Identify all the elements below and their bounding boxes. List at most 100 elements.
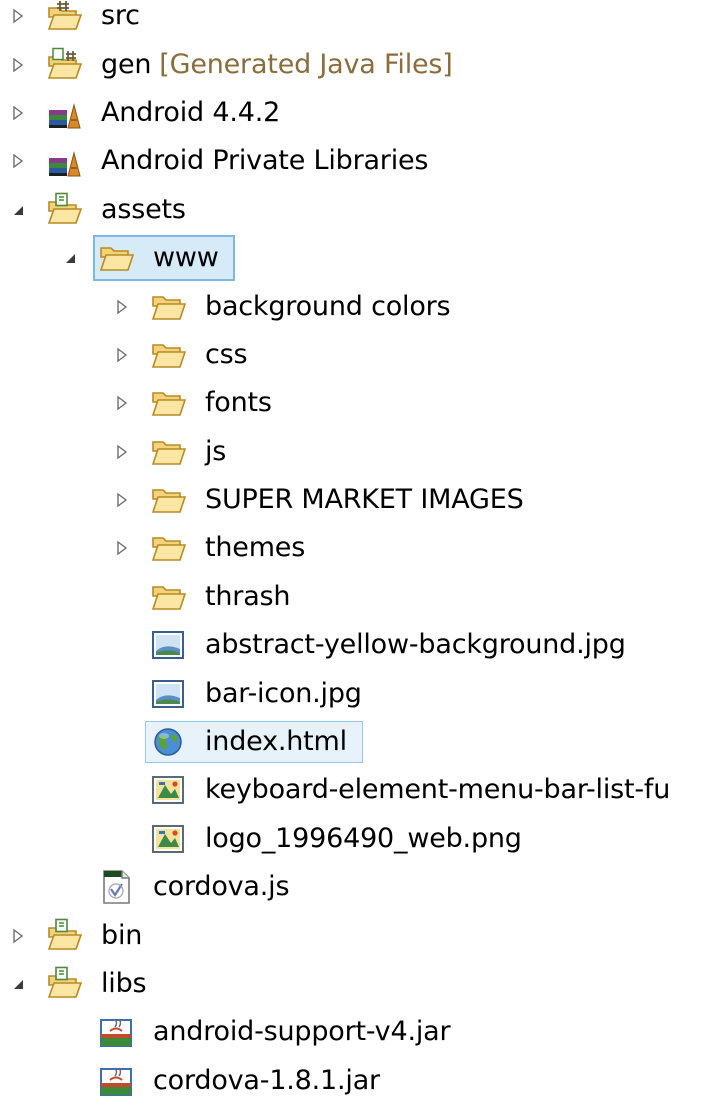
tree-item-label: index.html	[205, 724, 347, 760]
tree-item-name: cordova.js	[153, 871, 290, 903]
tree-item-name: keyboard-element-menu-bar-list-fu	[205, 774, 671, 806]
png-file-icon	[150, 821, 186, 857]
tree-item-label: css	[205, 337, 248, 373]
library-icon	[46, 143, 82, 179]
folder-icon	[150, 337, 187, 373]
expand-arrow-icon[interactable]	[112, 538, 132, 558]
tree-item-name: background colors	[205, 290, 451, 322]
tree-item-name: thrash	[205, 580, 291, 612]
tree-row[interactable]: themes	[0, 524, 715, 572]
tree-row[interactable]: fonts	[0, 379, 715, 427]
tree-row[interactable]: assets	[0, 186, 715, 234]
tree-item-name: cordova-1.8.1.jar	[153, 1064, 380, 1096]
expand-arrow-icon[interactable]	[112, 345, 132, 365]
tree-item-label: thrash	[205, 579, 291, 615]
tree-item-label: abstract-yellow-background.jpg	[205, 627, 626, 663]
tree-item-name: abstract-yellow-background.jpg	[205, 629, 626, 661]
tree-item-name: bin	[101, 919, 143, 951]
tree-row[interactable]: cordova-1.8.1.jar	[0, 1057, 715, 1105]
tree-row[interactable]: Android Private Libraries	[0, 137, 715, 185]
tree-row[interactable]: abstract-yellow-background.jpg	[0, 621, 715, 669]
source-folder-icon	[46, 918, 83, 954]
tree-row[interactable]: SUPER MARKET IMAGES	[0, 476, 715, 524]
expand-arrow-icon[interactable]	[112, 490, 132, 510]
image-file-icon	[150, 627, 186, 663]
folder-icon	[150, 530, 187, 566]
tree-item-name: fonts	[205, 387, 272, 419]
collapse-arrow-icon[interactable]	[60, 248, 80, 268]
expand-arrow-icon[interactable]	[8, 55, 28, 75]
library-icon	[46, 95, 82, 131]
tree-item-label: android-support-v4.jar	[153, 1014, 451, 1050]
tree-item-name: bar-icon.jpg	[205, 677, 362, 709]
tree-row[interactable]: bar-icon.jpg	[0, 669, 715, 717]
tree-item-label: assets	[101, 192, 186, 228]
folder-icon	[150, 482, 187, 518]
package-folder-icon	[46, 0, 83, 34]
folder-icon	[150, 434, 187, 470]
tree-item-label: SUPER MARKET IMAGES	[205, 482, 524, 518]
tree-item-label: www	[153, 240, 219, 276]
tree-item-name: SUPER MARKET IMAGES	[205, 484, 524, 516]
tree-item-name: www	[153, 242, 219, 274]
tree-item-name: Android Private Libraries	[101, 145, 429, 177]
source-folder-icon	[46, 192, 83, 228]
expand-arrow-icon[interactable]	[8, 6, 28, 26]
expand-arrow-icon[interactable]	[8, 926, 28, 946]
tree-item-name: index.html	[205, 726, 347, 758]
tree-item-label: src	[101, 0, 140, 34]
tree-item-name: android-support-v4.jar	[153, 1016, 451, 1048]
tree-item-name: css	[205, 338, 248, 370]
expand-arrow-icon[interactable]	[112, 442, 132, 462]
tree-item-label: cordova.js	[153, 869, 290, 905]
expand-arrow-icon[interactable]	[112, 393, 132, 413]
tree-row[interactable]: gen [Generated Java Files]	[0, 40, 715, 88]
tree-row[interactable]: background colors	[0, 282, 715, 330]
tree-row[interactable]: js	[0, 428, 715, 476]
jar-file-icon	[98, 1063, 134, 1099]
tree-item-label: cordova-1.8.1.jar	[153, 1063, 380, 1099]
collapse-arrow-icon[interactable]	[8, 974, 28, 994]
folder-icon	[150, 579, 187, 615]
tree-row[interactable]: bin	[0, 911, 715, 959]
tree-row[interactable]: index.html	[0, 718, 715, 766]
tree-item-label: themes	[205, 530, 305, 566]
expand-arrow-icon[interactable]	[8, 151, 28, 171]
tree-row[interactable]: libs	[0, 960, 715, 1008]
tree-item-name: js	[205, 435, 227, 467]
generated-folder-icon	[46, 47, 83, 83]
tree-row[interactable]: cordova.js	[0, 863, 715, 911]
tree-item-label: logo_1996490_web.png	[205, 821, 522, 857]
collapse-arrow-icon[interactable]	[8, 200, 28, 220]
expand-arrow-icon[interactable]	[112, 297, 132, 317]
tree-item-name: themes	[205, 532, 306, 564]
tree-item-name: assets	[101, 193, 186, 225]
folder-icon	[150, 385, 187, 421]
jar-file-icon	[98, 1014, 134, 1050]
image-file-icon	[150, 676, 186, 712]
tree-item-label: Android 4.4.2	[101, 95, 280, 131]
tree-row[interactable]: logo_1996490_web.png	[0, 815, 715, 863]
tree-item-name: libs	[101, 968, 147, 999]
expand-arrow-icon[interactable]	[8, 103, 28, 123]
tree-item-name: logo_1996490_web.png	[205, 822, 522, 854]
tree-row[interactable]: css	[0, 331, 715, 379]
tree-item-name: gen	[101, 48, 152, 80]
folder-icon	[98, 240, 135, 276]
tree-row[interactable]: android-support-v4.jar	[0, 1008, 715, 1056]
folder-icon	[150, 289, 187, 325]
tree-row[interactable]: keyboard-element-menu-bar-list-fu	[0, 766, 715, 814]
tree-row[interactable]: www	[0, 234, 715, 282]
tree-row[interactable]: src	[0, 0, 715, 40]
png-file-icon	[150, 772, 186, 808]
tree-item-decoration: [Generated Java Files]	[159, 48, 453, 80]
tree-row[interactable]: Android 4.4.2	[0, 89, 715, 137]
tree-item-label: background colors	[205, 289, 451, 325]
tree-item-name: src	[101, 0, 140, 32]
tree-item-label: gen [Generated Java Files]	[101, 47, 453, 83]
tree-row[interactable]: thrash	[0, 573, 715, 621]
tree-item-label: keyboard-element-menu-bar-list-fu	[205, 772, 670, 808]
tree-item-label: Android Private Libraries	[101, 143, 428, 179]
tree-item-label: bin	[101, 918, 142, 954]
tree-item-label: fonts	[205, 385, 272, 421]
